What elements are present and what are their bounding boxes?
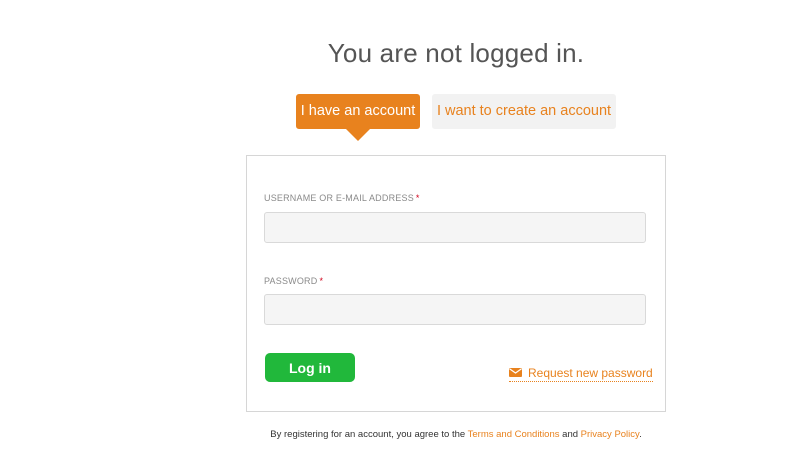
page-title: You are not logged in. [327, 38, 585, 68]
password-label: PASSWORD * [264, 276, 324, 286]
request-password-label: Request new password [528, 365, 653, 380]
request-password-link[interactable]: Request new password [509, 364, 653, 382]
tab-have-account-label: I have an account [300, 103, 416, 119]
tab-create-account-label: I want to create an account [436, 103, 612, 119]
username-label: USERNAME OR E-MAIL ADDRESS * [264, 193, 420, 203]
privacy-link[interactable]: Privacy Policy [581, 429, 639, 440]
envelope-icon [509, 368, 522, 377]
username-input[interactable] [264, 212, 646, 243]
terms-link[interactable]: Terms and Conditions [468, 429, 560, 440]
required-marker: * [319, 276, 324, 286]
login-button[interactable]: Log in [265, 353, 355, 382]
tab-create-account[interactable]: I want to create an account [432, 94, 616, 129]
login-form: USERNAME OR E-MAIL ADDRESS * PASSWORD * Lo… [246, 155, 666, 412]
password-input[interactable] [264, 294, 646, 325]
tab-have-account[interactable]: I have an account [296, 94, 420, 141]
login-page: You are not logged in. I have an account… [0, 0, 799, 475]
active-tab-pointer [346, 129, 370, 141]
required-marker: * [415, 193, 420, 203]
terms-notice: By registering for an account, you agree… [270, 429, 642, 440]
